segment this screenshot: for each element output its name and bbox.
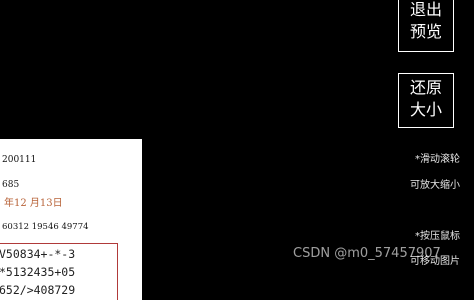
cipher-code-line: V50834+-*-3 [0, 247, 76, 261]
document-text-line: 60312 19546 49774 [2, 222, 89, 232]
scroll-zoom-hint: *滑动滚轮 [415, 154, 460, 165]
exit-preview-label-line1: 退出 [409, 0, 442, 19]
cipher-code-box: V50834+-*-3 *5132435+05 652/>408729 [0, 243, 118, 300]
image-preview[interactable]: 200111 685 年12 月13日 60312 19546 49774 V5… [0, 139, 142, 300]
document-text-line: 685 [2, 180, 20, 190]
scroll-zoom-hint-detail: 可放大缩小 [410, 180, 460, 191]
watermark: CSDN @m0_57457907 [293, 246, 441, 261]
reset-size-label-line1: 还原 [409, 78, 442, 97]
exit-preview-label-line2: 预览 [409, 22, 442, 41]
reset-size-button[interactable]: 还原 大小 [398, 73, 454, 128]
cipher-code-line: 652/>408729 [0, 283, 76, 297]
cipher-code-line: *5132435+05 [0, 265, 76, 279]
reset-size-label-line2: 大小 [409, 100, 442, 119]
document-text-line: 200111 [2, 155, 37, 165]
drag-move-hint: *按压鼠标 [415, 231, 460, 242]
document-date-line: 年12 月13日 [4, 198, 63, 209]
exit-preview-button[interactable]: 退出 预览 [398, 0, 454, 52]
